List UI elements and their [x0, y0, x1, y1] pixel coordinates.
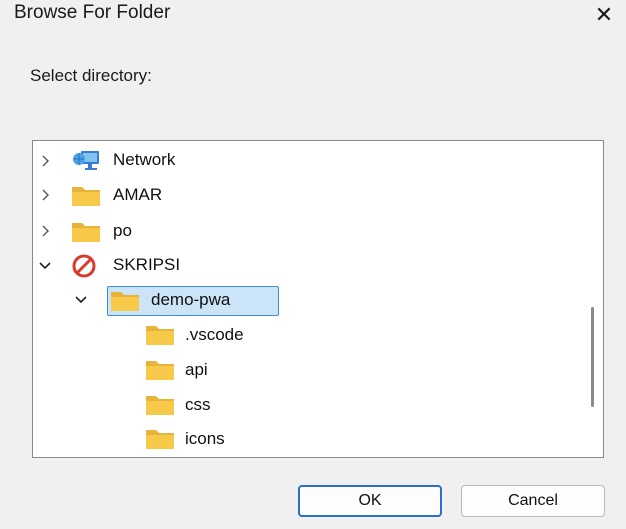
folder-icon: [145, 324, 175, 346]
chevron-right-icon[interactable]: [37, 153, 53, 169]
folder-icon: [145, 428, 175, 450]
folder-icon: [71, 185, 101, 207]
tree-item-label: Network: [113, 150, 176, 169]
ok-button[interactable]: OK: [298, 485, 442, 517]
scrollbar-thumb[interactable]: [591, 307, 594, 407]
folder-icon: [110, 290, 140, 312]
chevron-right-icon[interactable]: [37, 187, 53, 203]
tree-item-label: icons: [185, 429, 225, 448]
folder-icon: [71, 221, 101, 243]
tree-item-label: demo-pwa: [151, 290, 231, 309]
tree-item-label: AMAR: [113, 185, 163, 204]
blocked-drive-icon: [71, 253, 101, 278]
tree-item-label: SKRIPSI: [113, 255, 181, 274]
tree-item-label: .vscode: [185, 325, 244, 344]
folder-tree[interactable]: Network AMAR po SKRIPSI demo-pwa .vscode…: [32, 140, 604, 458]
chevron-right-icon[interactable]: [37, 223, 53, 239]
network-icon: [71, 149, 101, 171]
dialog-title: Browse For Folder: [14, 2, 171, 23]
cancel-button[interactable]: Cancel: [461, 485, 605, 517]
folder-icon: [145, 359, 175, 381]
tree-item-label: api: [185, 360, 208, 379]
chevron-down-icon[interactable]: [73, 291, 89, 307]
chevron-down-icon[interactable]: [37, 257, 53, 273]
folder-icon: [145, 394, 175, 416]
tree-item-label: po: [113, 221, 132, 240]
tree-item-label: css: [185, 395, 211, 414]
close-icon[interactable]: ✕: [592, 2, 616, 28]
select-directory-prompt: Select directory:: [30, 66, 152, 85]
